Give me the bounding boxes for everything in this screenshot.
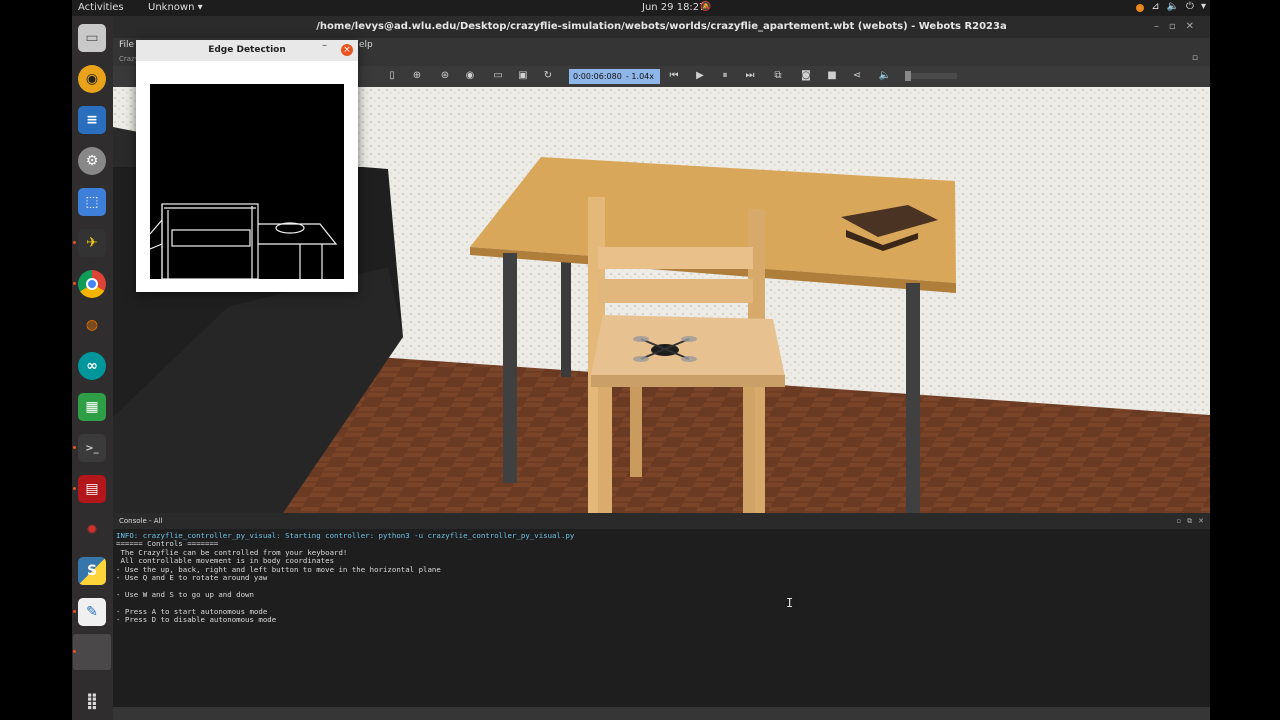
pause-icon[interactable]: ⏸ xyxy=(718,69,732,83)
running-indicator xyxy=(73,650,76,653)
reload-world-icon[interactable]: ↻ xyxy=(541,69,555,83)
settings-icon[interactable]: ⚙ xyxy=(78,147,106,175)
webots-icon[interactable]: ✈ xyxy=(78,229,106,257)
terminal-icon[interactable]: >_ xyxy=(78,434,106,462)
chrome-icon[interactable] xyxy=(78,270,106,298)
follow-icon[interactable]: ⊛ xyxy=(438,69,452,83)
console-line: - Press D to disable autonomous mode xyxy=(116,615,277,625)
console-line: - Use Q and E to rotate around yaw xyxy=(116,573,268,583)
python-icon[interactable]: S xyxy=(78,557,106,585)
screenshot-camera-icon[interactable]: ◙ xyxy=(799,69,813,83)
network-icon: ⊿ xyxy=(1151,1,1160,12)
add-node-icon[interactable]: ⊕ xyxy=(410,69,424,83)
console-line: - Use the up, back, right and left butto… xyxy=(116,564,441,574)
volume-slider-knob[interactable] xyxy=(905,71,911,81)
window-controls[interactable]: –▫✕ xyxy=(1154,16,1204,38)
blender-icon[interactable]: ◍ xyxy=(78,311,106,339)
notification-muted-icon[interactable]: 🔕 xyxy=(700,2,711,12)
console-output[interactable]: INFO: crazyflie_controller_py_visual: St… xyxy=(113,529,1210,707)
rendering-icon[interactable]: ⧉ xyxy=(771,69,785,83)
status-bar xyxy=(113,707,1210,720)
files-icon[interactable]: ▭ xyxy=(78,24,106,52)
red-app-icon[interactable]: ▤ xyxy=(78,475,106,503)
record-icon[interactable]: ■ xyxy=(825,69,839,83)
window-title: /home/levys@ad.wlu.edu/Desktop/crazyflie… xyxy=(113,16,1210,38)
running-indicator xyxy=(73,487,76,490)
calc-icon[interactable]: ▦ xyxy=(78,393,106,421)
arduino-icon[interactable]: ∞ xyxy=(78,352,106,380)
maximize-icon[interactable]: ▫ xyxy=(1192,53,1198,63)
chevron-down-icon: ▾ xyxy=(1200,1,1206,12)
volume-slider[interactable] xyxy=(905,71,957,81)
blank-app-icon[interactable] xyxy=(73,634,111,670)
running-indicator xyxy=(73,282,76,285)
show-apps-icon[interactable]: ⣿ xyxy=(78,686,106,714)
console-window-controls[interactable]: ▫⧉✕ xyxy=(1176,513,1210,529)
edge-detection-window[interactable]: Edge Detection – × xyxy=(136,40,358,292)
console-line: - Press A to start autonomous mode xyxy=(116,606,268,616)
running-indicator xyxy=(73,241,76,244)
system-tray[interactable]: ⊿ 🔈 ⏻ ▾ xyxy=(1136,1,1206,12)
top-panel: Activities Unknown ▾ Jun 29 18:27 🔕 ⊿ 🔈 … xyxy=(72,0,1210,16)
eye-icon[interactable]: ◉ xyxy=(463,69,477,83)
menu-help[interactable]: elp xyxy=(359,40,373,50)
window-title-text: /home/levys@ad.wlu.edu/Desktop/crazyflie… xyxy=(316,21,1007,32)
screenshot-icon[interactable]: ⬚ xyxy=(78,188,106,216)
edge-window-title: Edge Detection xyxy=(208,45,286,55)
activities-button[interactable]: Activities xyxy=(78,2,124,13)
close-icon[interactable]: × xyxy=(341,44,353,56)
power-icon: ⏻ xyxy=(1186,1,1194,12)
fast-forward-icon[interactable]: ⏭ xyxy=(743,69,757,83)
rhythmbox-icon[interactable]: ◉ xyxy=(78,65,106,93)
simulation-time-display: 0:00:06:080 - 1.04x xyxy=(569,69,660,84)
menu-file[interactable]: File xyxy=(119,40,134,50)
sound-icon[interactable]: 🔈 xyxy=(878,69,892,83)
app-menu[interactable]: Unknown ▾ xyxy=(148,2,203,13)
console-line: - Use W and S to go up and down xyxy=(116,589,254,599)
save-world-icon[interactable]: ▣ xyxy=(516,69,530,83)
share-icon[interactable]: ⋖ xyxy=(850,69,864,83)
volume-icon: 🔈 xyxy=(1166,1,1180,12)
view-icon[interactable]: ▯ xyxy=(385,69,399,83)
sim-time: 0:00:06:080 xyxy=(573,72,622,81)
console-title: Console - All xyxy=(119,517,163,525)
recording-indicator-icon xyxy=(1136,4,1145,12)
writer-icon[interactable]: ≡ xyxy=(78,106,106,134)
step-back-icon[interactable]: ⏮ xyxy=(667,69,681,83)
edge-lines xyxy=(149,203,338,280)
dock: ▭ ◉ ≡ ⚙ ⬚ ✈ ◍ ∞ ▦ >_ ▤ ✹ S ✎ ⣿ xyxy=(72,16,113,720)
edge-detection-image xyxy=(149,84,344,280)
text-cursor-icon: I xyxy=(786,596,794,610)
text-editor-icon[interactable]: ✎ xyxy=(78,598,106,626)
console-line: INFO: crazyflie_controller_py_visual: St… xyxy=(116,531,575,540)
console-header: Console - All ▫⧉✕ xyxy=(113,513,1210,529)
running-indicator xyxy=(73,610,76,613)
running-indicator xyxy=(73,446,76,449)
clock[interactable]: Jun 29 18:27 xyxy=(642,2,706,13)
minimize-icon[interactable]: – xyxy=(322,40,327,51)
bug-icon[interactable]: ✹ xyxy=(78,516,106,544)
play-icon[interactable]: ▶ xyxy=(693,69,707,83)
open-world-icon[interactable]: ▭ xyxy=(491,69,505,83)
sim-speed: - 1.04x xyxy=(626,72,654,81)
